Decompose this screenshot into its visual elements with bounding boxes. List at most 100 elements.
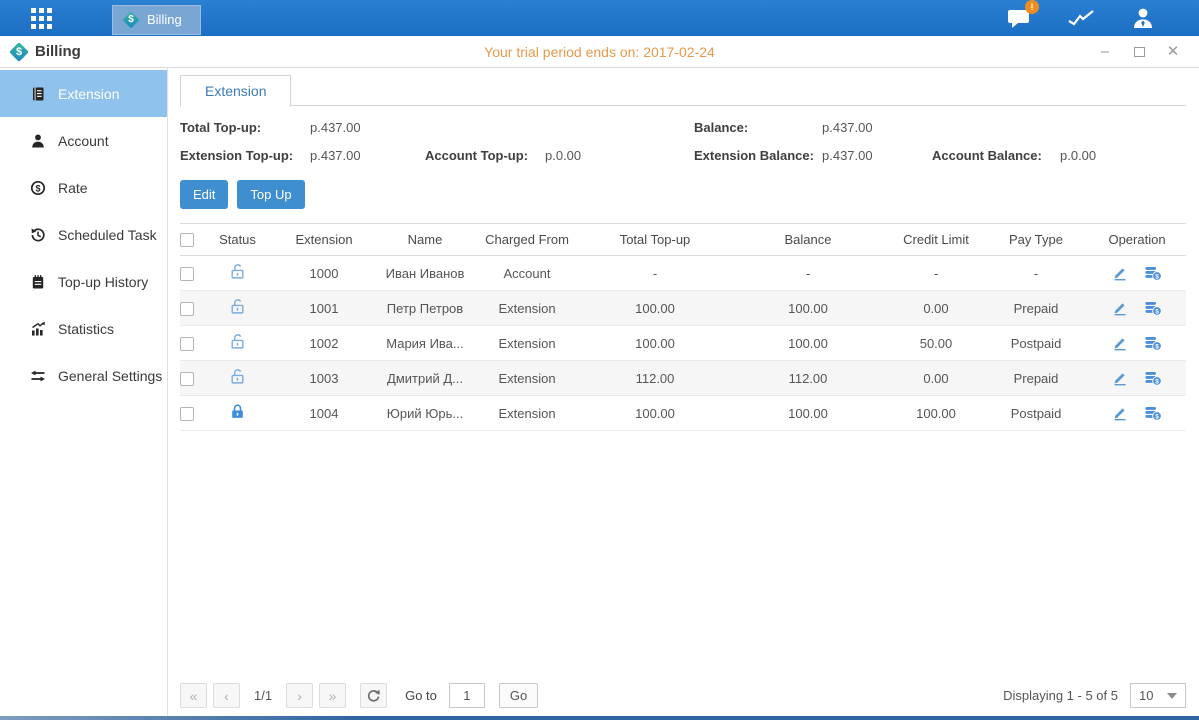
top-up-row-icon[interactable]: $ <box>1144 405 1162 421</box>
column-header-extension: Extension <box>270 224 378 256</box>
billing-app-window: $ Billing ! <box>0 0 1199 720</box>
total-topup-value: p.437.00 <box>310 120 694 135</box>
cell-balance: 100.00 <box>728 396 888 431</box>
edit-row-icon[interactable] <box>1112 370 1128 386</box>
maximize-button[interactable] <box>1131 44 1147 60</box>
prev-page-button[interactable]: ‹ <box>213 683 240 708</box>
sidebar-item-statistics[interactable]: Statistics <box>0 305 167 352</box>
cell-name: Мария Ива... <box>378 326 472 361</box>
edit-row-icon[interactable] <box>1112 265 1128 281</box>
taskbar-tab-label: Billing <box>147 12 182 27</box>
main-menu-button[interactable] <box>14 0 68 36</box>
edit-row-icon[interactable] <box>1112 300 1128 316</box>
first-page-button[interactable]: « <box>180 683 207 708</box>
close-button[interactable]: ✕ <box>1165 44 1181 60</box>
top-up-row-icon[interactable]: $ <box>1144 335 1162 351</box>
top-up-button[interactable]: Top Up <box>237 180 304 209</box>
sidebar-item-label: Statistics <box>58 321 114 337</box>
desktop-topbar: $ Billing ! <box>0 0 1199 36</box>
cell-charged-from: Extension <box>472 326 582 361</box>
user-account-button[interactable] <box>1129 5 1157 31</box>
cell-credit-limit: 100.00 <box>888 396 984 431</box>
cell-credit-limit: 0.00 <box>888 291 984 326</box>
taskbar-tab-billing[interactable]: $ Billing <box>112 5 201 35</box>
sidebar-item-label: Rate <box>58 180 88 196</box>
balance-label: Balance: <box>694 120 822 135</box>
row-checkbox[interactable] <box>180 302 194 316</box>
column-header-balance: Balance <box>728 224 888 256</box>
account-balance-label: Account Balance: <box>932 148 1060 163</box>
table-row: 1003 Дмитрий Д... Extension 112.00 112.0… <box>180 361 1186 396</box>
sidebar-item-label: Extension <box>58 86 119 102</box>
cell-balance: - <box>728 256 888 291</box>
tab-extension[interactable]: Extension <box>180 75 291 107</box>
sidebar-item-extension[interactable]: Extension <box>0 70 167 117</box>
cell-charged-from: Extension <box>472 396 582 431</box>
svg-text:$: $ <box>1155 308 1159 315</box>
row-checkbox[interactable] <box>180 407 194 421</box>
cell-extension: 1004 <box>270 396 378 431</box>
refresh-button[interactable] <box>360 683 387 708</box>
notifications-button[interactable]: ! <box>1005 5 1033 31</box>
cell-extension: 1003 <box>270 361 378 396</box>
last-page-button[interactable]: » <box>319 683 346 708</box>
cell-credit-limit: - <box>888 256 984 291</box>
row-checkbox[interactable] <box>180 337 194 351</box>
row-checkbox[interactable] <box>180 372 194 386</box>
cell-name: Дмитрий Д... <box>378 361 472 396</box>
minimize-button[interactable]: – <box>1097 44 1113 60</box>
sidebar-item-general-settings[interactable]: General Settings <box>0 352 167 399</box>
page-size-select[interactable]: 10 <box>1130 683 1186 708</box>
unlocked-icon <box>229 303 246 318</box>
resource-monitor-button[interactable] <box>1067 5 1095 31</box>
next-page-button[interactable]: › <box>286 683 313 708</box>
pagination-bar: « ‹ 1/1 › » Go to Go Displaying 1 - 5 of… <box>180 681 1186 710</box>
top-up-row-icon[interactable]: $ <box>1144 265 1162 281</box>
sidebar-item-account[interactable]: Account <box>0 117 167 164</box>
edit-row-icon[interactable] <box>1112 335 1128 351</box>
statistics-icon <box>30 321 46 337</box>
select-all-checkbox[interactable] <box>180 233 194 247</box>
cell-name: Иван Иванов <box>378 256 472 291</box>
table-row: 1000 Иван Иванов Account - - - - $ <box>180 256 1186 291</box>
cell-pay-type: Prepaid <box>984 291 1088 326</box>
refresh-icon <box>366 688 381 703</box>
edit-row-icon[interactable] <box>1112 405 1128 421</box>
notepad-icon <box>30 274 46 290</box>
cell-credit-limit: 0.00 <box>888 361 984 396</box>
table-row: 1002 Мария Ива... Extension 100.00 100.0… <box>180 326 1186 361</box>
sidebar: Extension Account $ Rate <box>0 68 168 716</box>
account-balance-value: p.0.00 <box>1060 148 1186 163</box>
cell-extension: 1002 <box>270 326 378 361</box>
cell-charged-from: Extension <box>472 361 582 396</box>
cell-charged-from: Account <box>472 256 582 291</box>
column-header-total-topup: Total Top-up <box>582 224 728 256</box>
billing-diamond-icon: $ <box>123 12 139 28</box>
top-up-row-icon[interactable]: $ <box>1144 300 1162 316</box>
unlocked-icon <box>229 338 246 353</box>
go-button[interactable]: Go <box>499 683 538 708</box>
ledger-icon <box>30 86 46 102</box>
cell-name: Петр Петров <box>378 291 472 326</box>
edit-button[interactable]: Edit <box>180 180 228 209</box>
row-checkbox[interactable] <box>180 267 194 281</box>
maximize-icon <box>1134 47 1145 57</box>
sidebar-item-label: General Settings <box>58 368 162 384</box>
billing-diamond-icon: $ <box>10 43 28 61</box>
goto-page-input[interactable] <box>449 683 485 708</box>
sidebar-item-topup-history[interactable]: Top-up History <box>0 258 167 305</box>
account-topup-value: p.0.00 <box>545 148 694 163</box>
cell-pay-type: Postpaid <box>984 396 1088 431</box>
sidebar-item-rate[interactable]: $ Rate <box>0 164 167 211</box>
cell-balance: 100.00 <box>728 291 888 326</box>
extensions-table: Status Extension Name Charged From Total… <box>180 223 1186 431</box>
cell-total-topup: 100.00 <box>582 291 728 326</box>
top-up-row-icon[interactable]: $ <box>1144 370 1162 386</box>
clock-history-icon <box>30 227 46 243</box>
sidebar-item-scheduled-task[interactable]: Scheduled Task <box>0 211 167 258</box>
user-icon <box>1131 6 1155 30</box>
window-titlebar: $ Billing Your trial period ends on: 201… <box>0 36 1199 68</box>
cell-credit-limit: 50.00 <box>888 326 984 361</box>
total-topup-label: Total Top-up: <box>180 120 310 135</box>
extension-topup-label: Extension Top-up: <box>180 148 310 163</box>
